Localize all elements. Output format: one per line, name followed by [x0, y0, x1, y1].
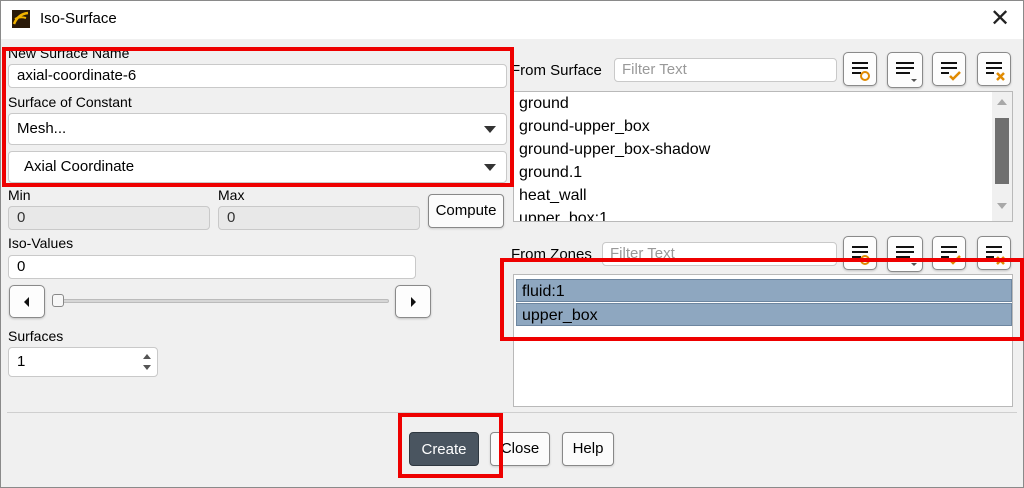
iso-value-slider-thumb[interactable]	[52, 294, 64, 307]
surfaces-value: 1	[17, 353, 26, 370]
close-window-icon[interactable]: ✕	[984, 4, 1016, 34]
list-item[interactable]: ground.1	[514, 161, 1012, 184]
select-all-icon	[941, 62, 961, 81]
iso-values-input[interactable]: 0	[8, 255, 416, 279]
list-item[interactable]: ground-upper_box	[514, 115, 1012, 138]
min-value-field: 0	[8, 206, 210, 230]
list-item[interactable]: ground	[514, 92, 1012, 115]
deselect-all-icon	[986, 62, 1005, 81]
min-label: Min	[8, 187, 31, 203]
window-title: Iso-Surface	[40, 10, 117, 27]
max-value-field: 0	[218, 206, 420, 230]
title-bar	[1, 1, 1023, 39]
iso-values-label: Iso-Values	[8, 235, 74, 251]
slider-decrement-button[interactable]	[9, 285, 45, 318]
compute-button[interactable]: Compute	[428, 194, 504, 228]
fluent-app-icon	[12, 10, 30, 28]
from-surface-scrollbar[interactable]	[992, 92, 1012, 221]
from-surface-list[interactable]: ground ground-upper_box ground-upper_box…	[513, 91, 1013, 222]
surfaces-spinner[interactable]: 1	[8, 347, 158, 377]
help-button[interactable]: Help	[562, 432, 614, 466]
caret-right-icon	[411, 297, 416, 307]
filter-options-icon	[852, 62, 870, 81]
max-label: Max	[218, 187, 245, 203]
spin-arrows-icon	[143, 354, 151, 370]
iso-value-slider-track[interactable]	[55, 299, 389, 303]
list-item[interactable]: ground-upper_box-shadow	[514, 138, 1012, 161]
list-sort-icon	[896, 62, 917, 82]
from-surface-label: From Surface	[511, 62, 602, 79]
from-surface-filter-input[interactable]: Filter Text	[614, 58, 837, 82]
highlight-box-surface-settings	[2, 47, 514, 187]
list-item[interactable]: upper_box:1	[514, 207, 1012, 221]
from-surface-sort-button[interactable]	[887, 52, 923, 88]
scroll-thumb[interactable]	[995, 118, 1009, 184]
scroll-up-icon[interactable]	[994, 94, 1010, 110]
scroll-down-icon[interactable]	[994, 198, 1010, 214]
highlight-box-zones	[500, 258, 1024, 341]
highlight-box-create	[398, 413, 503, 478]
from-surface-filter-options-button[interactable]	[843, 52, 877, 86]
from-surface-select-all-button[interactable]	[932, 52, 966, 86]
list-item[interactable]: heat_wall	[514, 184, 1012, 207]
from-surface-deselect-all-button[interactable]	[977, 52, 1011, 86]
footer-divider	[7, 412, 1017, 413]
slider-increment-button[interactable]	[395, 285, 431, 318]
surfaces-label: Surfaces	[8, 328, 64, 344]
caret-left-icon	[24, 297, 29, 307]
